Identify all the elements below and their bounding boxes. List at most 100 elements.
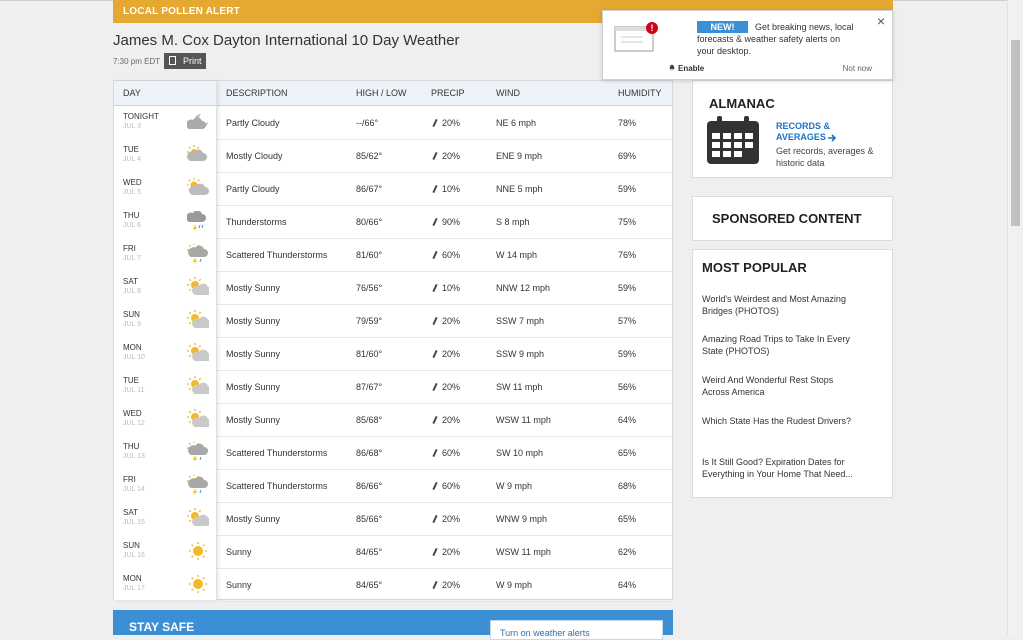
row-wind: SW 10 mph (496, 448, 544, 458)
close-icon[interactable]: × (877, 13, 885, 29)
row-humidity: 78% (618, 118, 637, 128)
row-humidity: 57% (618, 316, 637, 326)
row-precip: 60% (432, 250, 461, 260)
day-cell[interactable]: TUE JUL 11 (114, 370, 216, 403)
raindrop-icon (432, 151, 438, 161)
row-humidity: 65% (618, 514, 637, 524)
row-wind: SSW 7 mph (496, 316, 545, 326)
sponsored-content-card[interactable]: SPONSORED CONTENT (692, 196, 893, 241)
night-partly-cloudy-icon (187, 114, 208, 129)
row-wind: W 14 mph (496, 250, 538, 260)
popular-item[interactable]: Is It Still Good? Expiration Dates for E… (702, 456, 870, 480)
day-cell[interactable]: THU JUL 13 (114, 436, 216, 469)
day-cell[interactable]: FRI JUL 7 (114, 238, 216, 271)
day-cell[interactable]: MON JUL 17 (114, 568, 216, 601)
day-date: JUL 12 (123, 420, 145, 427)
day-cell[interactable]: FRI JUL 14 (114, 469, 216, 502)
day-cell[interactable]: WED JUL 5 (114, 172, 216, 205)
row-description: Mostly Sunny (226, 316, 281, 326)
row-wind: W 9 mph (496, 481, 533, 491)
day-cell[interactable]: SAT JUL 15 (114, 502, 216, 535)
row-precip: 20% (432, 316, 460, 326)
scrollbar[interactable] (1007, 0, 1023, 635)
row-precip-value: 10% (442, 184, 461, 194)
records-averages-link[interactable]: RECORDS & AVERAGES (776, 121, 837, 143)
row-humidity: 62% (618, 547, 637, 557)
row-precip-value: 20% (442, 382, 461, 392)
header-precip: PRECIP (431, 88, 465, 98)
day-cell[interactable]: SUN JUL 9 (114, 304, 216, 337)
day-cell[interactable]: TUE JUL 4 (114, 139, 216, 172)
row-humidity: 65% (618, 448, 637, 458)
row-precip: 60% (432, 448, 460, 458)
raindrop-icon (432, 415, 438, 425)
row-humidity: 76% (618, 250, 637, 260)
day-cell[interactable]: SAT JUL 8 (114, 271, 216, 304)
day-name: TUE (123, 145, 139, 154)
browser-window-icon: ! (614, 22, 658, 52)
mostly-sunny-icon (187, 277, 209, 295)
stay-safe-banner: STAY SAFE Turn on weather alerts (113, 610, 673, 640)
notification-popup: ! NEW! Get breaking news, local forecast… (602, 10, 893, 80)
day-cell[interactable]: THU JUL 6 (114, 205, 216, 238)
day-date: JUL 13 (123, 453, 145, 460)
row-description: Mostly Sunny (226, 514, 281, 524)
scattered-thunderstorm-icon (187, 442, 208, 462)
raindrop-icon (432, 217, 438, 227)
row-precip: 10% (432, 283, 460, 293)
raindrop-icon (432, 250, 438, 260)
row-high-low: 84/65° (356, 547, 383, 557)
mostly-cloudy-icon (187, 145, 207, 161)
popular-item[interactable]: Which State Has the Rudest Drivers? (702, 415, 867, 427)
raindrop-icon (432, 118, 438, 128)
row-wind: ENE 9 mph (496, 151, 543, 161)
row-precip: 20% (432, 514, 460, 524)
enable-button[interactable]: Enable (678, 64, 704, 73)
day-name: THU (123, 211, 140, 220)
row-humidity: 56% (618, 382, 637, 392)
row-precip: 10% (432, 184, 461, 194)
day-name: MON (123, 343, 142, 352)
row-precip-value: 20% (442, 580, 461, 590)
day-name: WED (123, 409, 142, 418)
day-name: SAT (123, 277, 138, 286)
svg-text:!: ! (651, 23, 654, 33)
row-description: Mostly Sunny (226, 283, 281, 293)
day-cell[interactable]: TONIGHT JUL 3 (114, 106, 216, 139)
almanac-description: Get records, averages & historic data (776, 146, 874, 168)
day-name: SAT (123, 508, 138, 517)
popular-item[interactable]: World's Weirdest and Most Amazing Bridge… (702, 293, 867, 317)
row-high-low: 81/60° (356, 349, 383, 359)
row-high-low: 85/68° (356, 415, 383, 425)
row-high-low: 76/56° (356, 283, 383, 293)
raindrop-icon (432, 448, 438, 458)
raindrop-icon (432, 382, 438, 392)
popular-item[interactable]: Weird And Wonderful Rest Stops Across Am… (702, 374, 852, 398)
most-popular-title: MOST POPULAR (702, 260, 807, 275)
row-high-low: 87/67° (356, 382, 383, 392)
raindrop-icon (432, 580, 438, 590)
day-column: DAY TONIGHT JUL 3 TUE JUL 4 WED JUL 5 THU JUL 6… (114, 81, 217, 600)
row-high-low: 79/59° (356, 316, 383, 326)
day-name: THU (123, 442, 140, 451)
day-cell[interactable]: WED JUL 12 (114, 403, 216, 436)
row-precip: 20% (432, 118, 460, 128)
print-button[interactable]: Print (164, 53, 206, 69)
row-wind: S 8 mph (496, 217, 530, 227)
row-precip-value: 60% (442, 250, 461, 260)
weather-alerts-button[interactable]: Turn on weather alerts (490, 620, 663, 640)
scattered-thunderstorm-icon (187, 475, 208, 495)
row-description: Mostly Sunny (226, 415, 281, 425)
day-cell[interactable]: MON JUL 10 (114, 337, 216, 370)
not-now-button[interactable]: Not now (843, 64, 872, 73)
popular-item[interactable]: Amazing Road Trips to Take In Every Stat… (702, 333, 867, 357)
row-wind: NNE 5 mph (496, 184, 543, 194)
row-precip: 20% (432, 382, 461, 392)
row-wind: SSW 9 mph (496, 349, 545, 359)
day-date: JUL 7 (123, 255, 142, 262)
day-date: JUL 15 (123, 519, 145, 526)
scrollbar-thumb[interactable] (1011, 40, 1020, 226)
day-cell[interactable]: SUN JUL 16 (114, 535, 216, 568)
raindrop-icon (432, 481, 438, 491)
day-name: SUN (123, 541, 140, 550)
